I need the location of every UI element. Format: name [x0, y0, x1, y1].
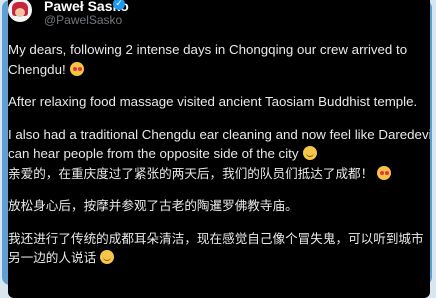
- avatar-face-icon: [15, 8, 25, 17]
- tweet-line: 我还进行了传统的成都耳朵清洁，现在感觉自己像个冒失鬼，可以听到城市: [8, 229, 424, 249]
- tweet-text: My dears, following 2 intense days in Ch…: [8, 40, 430, 268]
- relieved-face-icon: [302, 146, 317, 160]
- tweet-line: I also had a traditional Chengdu ear cle…: [8, 125, 430, 145]
- tweet-line: After relaxing food massage visited anci…: [8, 92, 424, 112]
- tweet-line: can hear people from the opposite side o…: [8, 144, 424, 164]
- author-avatar[interactable]: [8, 0, 32, 22]
- tweet-line-text: can hear people from the opposite side o…: [8, 146, 299, 161]
- tweet-line-text: 放松身心后，按摩并参观了古老的陶暹罗佛教寺庙。: [8, 198, 298, 213]
- tweet-line-text: 另一边的人说话: [8, 250, 97, 265]
- smiling-face-with-hearts-icon: [69, 61, 84, 76]
- screenshot-frame: Paweł Sasko ✓ @PawelSasko My dears, foll…: [2, 0, 432, 298]
- tweet-line: 亲爱的，在重庆度过了紧张的两天后，我们的队员们抵达了成都！: [8, 164, 424, 184]
- author-handle[interactable]: @PawelSasko: [44, 13, 122, 27]
- tweet-line: Chengdu!: [8, 60, 424, 80]
- tweet-line: 放松身心后，按摩并参观了古老的陶暹罗佛教寺庙。: [8, 196, 424, 216]
- tweet-card: Paweł Sasko ✓ @PawelSasko My dears, foll…: [8, 0, 430, 298]
- tweet-line-text: After relaxing food massage visited anci…: [8, 94, 418, 109]
- tweet-line-text: I also had a traditional Chengdu ear cle…: [8, 126, 430, 142]
- tweet-line-text: 我还进行了传统的成都耳朵清洁，现在感觉自己像个冒失鬼，可以听到城市: [8, 230, 424, 246]
- tweet-line: 另一边的人说话: [8, 248, 424, 268]
- smiling-face-with-hearts-icon: [377, 165, 392, 180]
- tweet-line-text: My dears, following 2 intense days in Ch…: [8, 42, 408, 57]
- relieved-face-icon: [100, 250, 115, 264]
- tweet-line-text: 亲爱的，在重庆度过了紧张的两天后，我们的队员们抵达了成都！: [8, 165, 374, 181]
- tweet-line-text: Chengdu!: [8, 61, 66, 77]
- tweet-line: My dears, following 2 intense days in Ch…: [8, 40, 424, 60]
